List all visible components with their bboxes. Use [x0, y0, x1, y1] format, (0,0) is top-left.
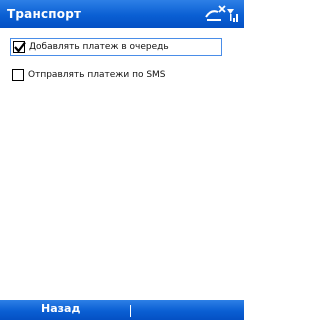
menu-divider: [130, 305, 131, 317]
option-label: Отправлять платежи по SMS: [28, 70, 166, 80]
menu-bar: Назад: [0, 300, 244, 320]
option-add-to-queue[interactable]: Добавлять платеж в очередь: [10, 38, 222, 56]
option-label: Добавлять платеж в очередь: [29, 42, 169, 52]
signal-strength-icon: [227, 9, 238, 22]
title-bar: Транспорт: [0, 0, 244, 28]
option-send-via-sms[interactable]: Отправлять платежи по SMS: [10, 67, 222, 83]
page-title: Транспорт: [7, 7, 82, 21]
checkbox-send-via-sms[interactable]: [12, 69, 24, 81]
checkmark-icon: [14, 41, 26, 53]
checkbox-add-to-queue[interactable]: [13, 41, 26, 53]
back-softkey[interactable]: Назад: [41, 302, 80, 315]
connectivity-icon: [205, 5, 226, 21]
status-icons: [205, 5, 238, 22]
